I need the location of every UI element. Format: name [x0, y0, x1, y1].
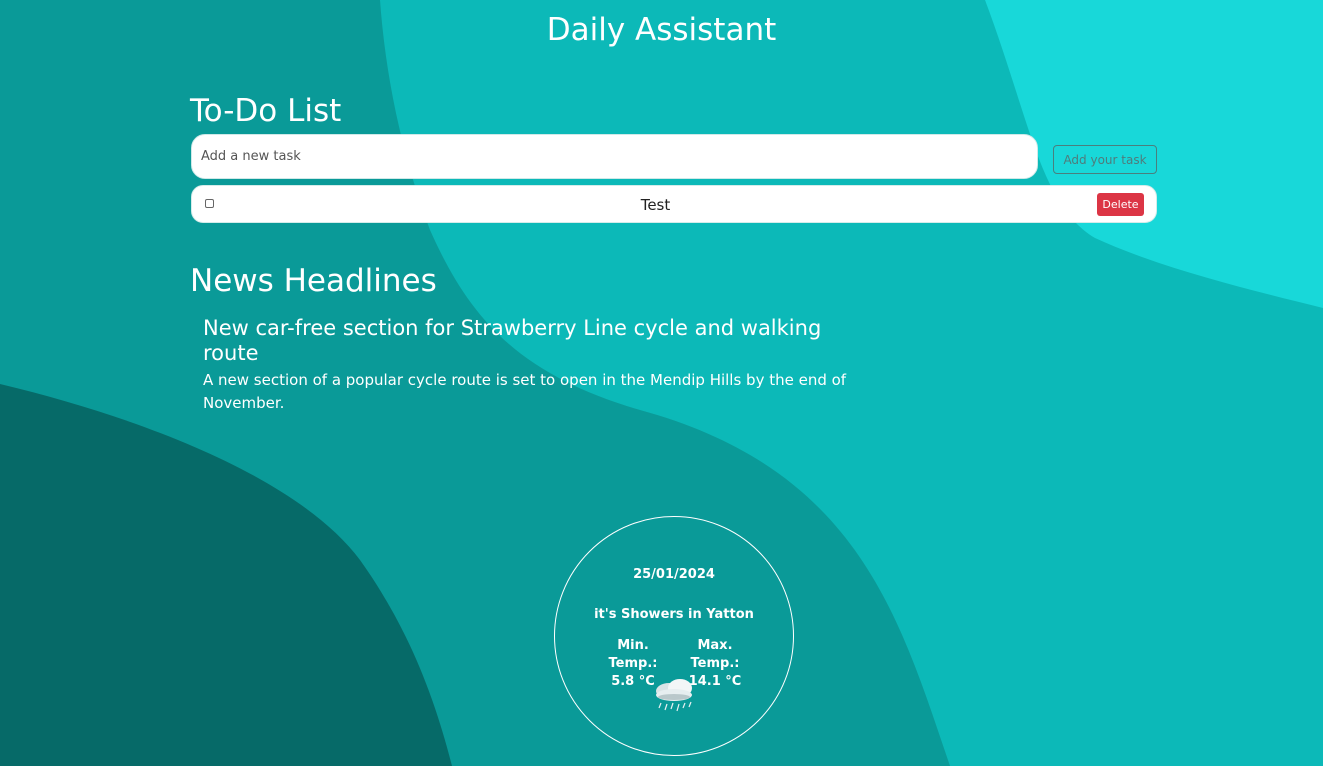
showers-icon	[656, 679, 692, 712]
news-item: New car-free section for Strawberry Line…	[203, 316, 883, 415]
min-temp-label: Min. Temp.:	[608, 638, 658, 671]
app-title: Daily Assistant	[546, 12, 777, 48]
weather-widget: 25/01/2024 it's Showers in Yatton Min. T…	[554, 516, 794, 756]
add-task-button[interactable]: Add your task	[1053, 145, 1157, 174]
delete-task-button[interactable]: Delete	[1097, 193, 1144, 216]
new-task-input[interactable]	[191, 134, 1038, 179]
weather-date: 25/01/2024	[633, 567, 715, 582]
news-headline[interactable]: New car-free section for Strawberry Line…	[203, 316, 883, 366]
max-temp-label: Max. Temp.:	[690, 638, 740, 671]
news-summary: A new section of a popular cycle route i…	[203, 371, 847, 412]
news-section-title: News Headlines	[190, 263, 437, 299]
task-item: Test Delete	[191, 185, 1157, 223]
task-text: Test	[640, 196, 671, 214]
weather-summary: it's Showers in Yatton	[594, 607, 754, 622]
todo-section-title: To-Do List	[190, 93, 342, 129]
